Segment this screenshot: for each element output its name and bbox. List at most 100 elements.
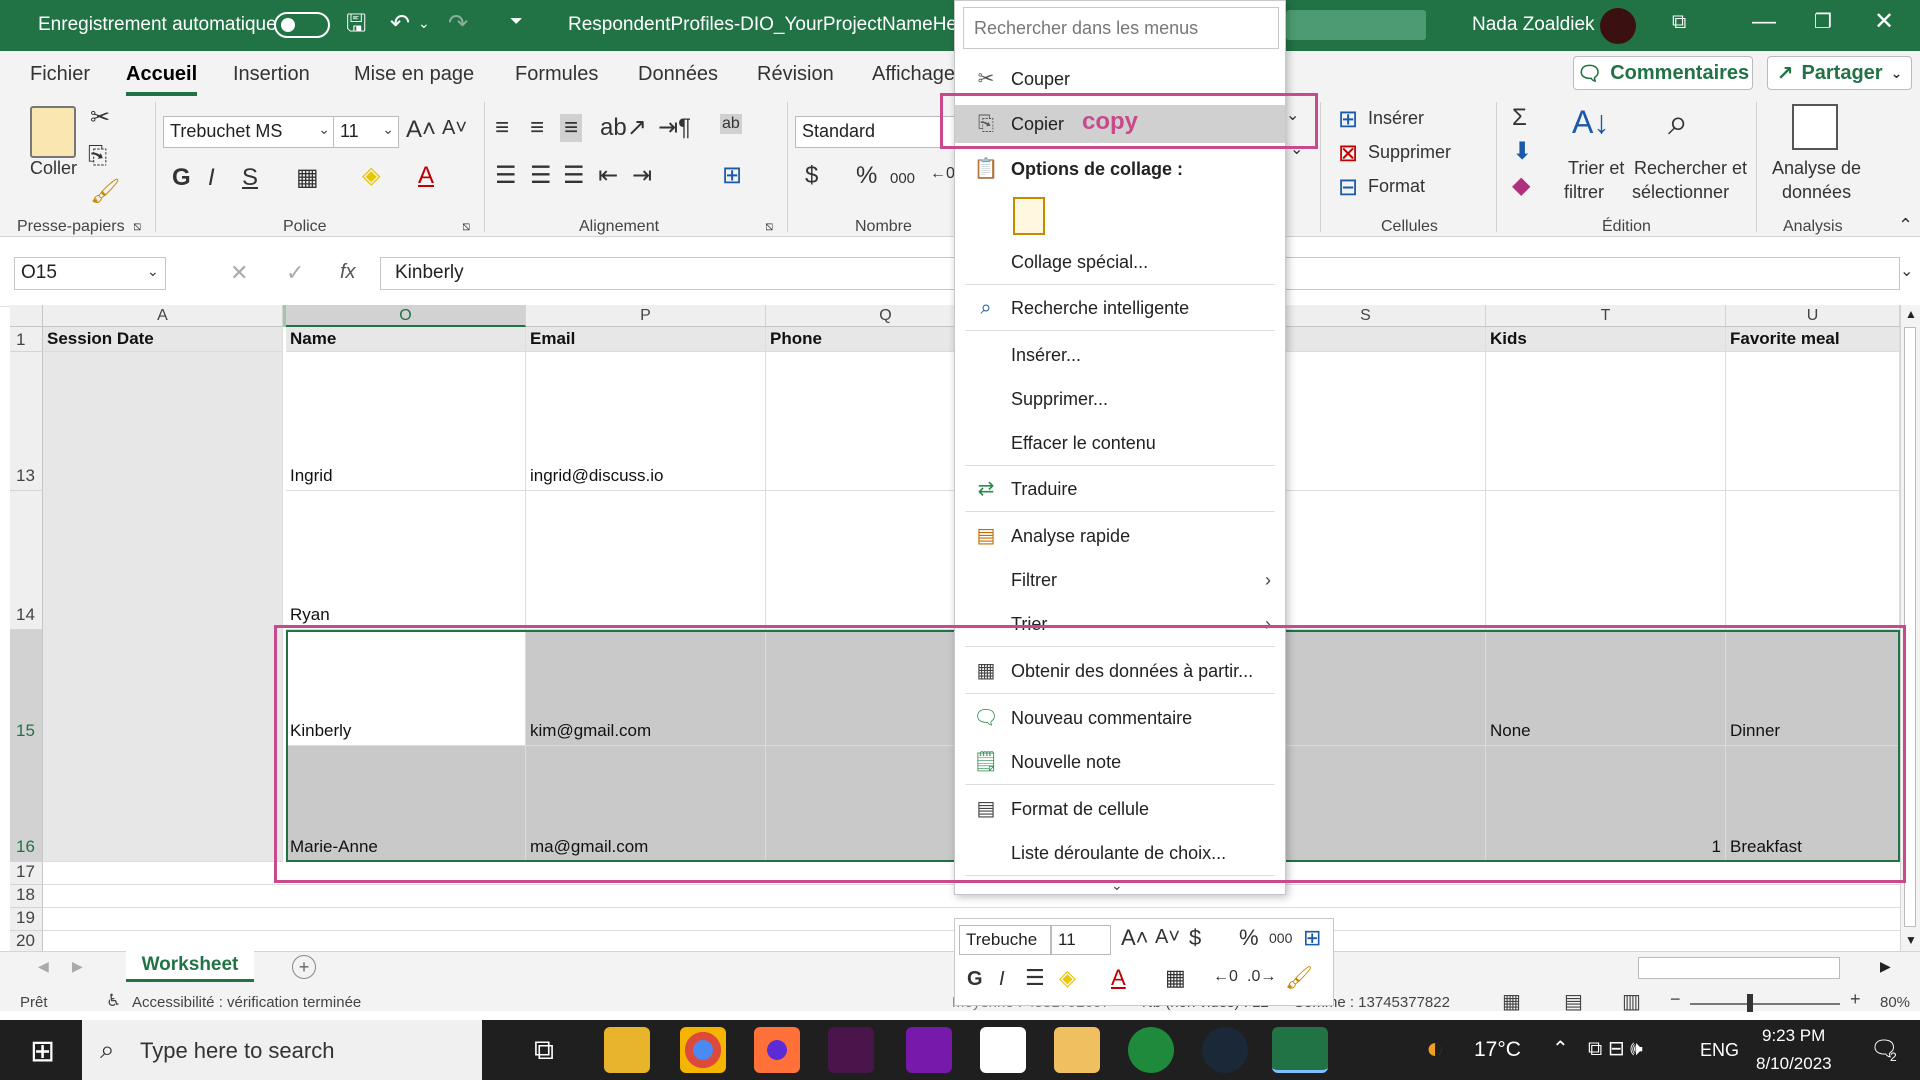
- title-search-box[interactable]: [1286, 10, 1426, 40]
- clear-icon[interactable]: ◆: [1512, 174, 1530, 198]
- tab-view[interactable]: Affichage: [872, 63, 955, 86]
- align-right-icon[interactable]: ☰: [563, 164, 585, 188]
- normal-view-icon[interactable]: ▦: [1502, 989, 1521, 1014]
- row-header[interactable]: 15: [10, 630, 43, 746]
- align-left-icon[interactable]: ☰: [495, 164, 517, 188]
- sort-filter-icon[interactable]: A↓: [1572, 106, 1609, 138]
- header-cell[interactable]: Session Date: [43, 327, 283, 352]
- row-header[interactable]: 16: [10, 746, 43, 862]
- grow-font-icon[interactable]: A˄: [406, 118, 436, 142]
- clock-date[interactable]: 8/10/2023: [1756, 1054, 1832, 1074]
- zoom-out-icon[interactable]: −: [1670, 989, 1681, 1010]
- zoom-in-icon[interactable]: +: [1850, 989, 1861, 1010]
- autosum-icon[interactable]: Σ: [1512, 106, 1527, 130]
- redo-icon[interactable]: ↷: [448, 12, 468, 36]
- row-header[interactable]: 13: [10, 352, 43, 491]
- mini-size-combo[interactable]: 11: [1051, 925, 1111, 955]
- mini-font-combo[interactable]: Trebuche: [959, 925, 1051, 955]
- file-explorer-icon[interactable]: [604, 1027, 650, 1073]
- close-icon[interactable]: ✕: [1874, 10, 1894, 34]
- document-icon[interactable]: [980, 1027, 1026, 1073]
- steam-icon[interactable]: [1202, 1027, 1248, 1073]
- mini-italic-button[interactable]: I: [999, 969, 1005, 989]
- tab-formulas[interactable]: Formules: [515, 63, 598, 86]
- font-color-icon[interactable]: A: [418, 164, 434, 188]
- decrease-decimal-icon[interactable]: .0→: [1247, 969, 1276, 985]
- decrease-indent-icon[interactable]: ⇤: [598, 164, 618, 188]
- paint-icon[interactable]: [1054, 1027, 1100, 1073]
- select-all-corner[interactable]: [10, 305, 43, 327]
- collapse-ribbon-icon[interactable]: ⌃: [1898, 216, 1913, 234]
- menu-search-input[interactable]: Rechercher dans les menus: [963, 7, 1279, 49]
- analyze-data-icon[interactable]: [1792, 104, 1838, 150]
- menu-item-quick-analysis[interactable]: ▤ Analyse rapide: [955, 517, 1285, 555]
- sort-filter-label-1[interactable]: Trier et: [1568, 158, 1624, 179]
- taskbar-search-box[interactable]: ⌕ Type here to search: [82, 1020, 482, 1080]
- cut-icon[interactable]: ✂: [90, 106, 110, 130]
- find-select-label-1[interactable]: Rechercher et: [1634, 158, 1747, 179]
- thousands-separator[interactable]: 000: [890, 170, 915, 187]
- borders-icon[interactable]: ▦: [296, 166, 319, 190]
- table-cell[interactable]: Ryan: [286, 491, 526, 630]
- mini-bold-button[interactable]: G: [967, 969, 983, 989]
- tab-page-layout[interactable]: Mise en page: [354, 63, 474, 86]
- session-date-column[interactable]: [43, 352, 283, 862]
- borders-icon[interactable]: ▦: [1165, 967, 1186, 989]
- align-bottom-icon[interactable]: ≡: [560, 114, 583, 142]
- undo-dropdown-icon[interactable]: ⌄: [418, 16, 430, 30]
- menu-item-insert[interactable]: Insérer...: [955, 336, 1285, 374]
- table-cell[interactable]: [1486, 352, 1726, 491]
- table-cell[interactable]: ingrid@discuss.io: [526, 352, 766, 491]
- horizontal-scrollbar[interactable]: [1638, 957, 1840, 979]
- header-cell[interactable]: Email: [526, 327, 766, 352]
- table-cell[interactable]: [1726, 352, 1900, 491]
- italic-button[interactable]: I: [208, 166, 215, 190]
- save-icon[interactable]: 🖫: [346, 12, 366, 36]
- scroll-right-icon[interactable]: ▶: [72, 958, 83, 975]
- language-indicator[interactable]: ENG: [1700, 1040, 1739, 1061]
- analyze-data-label-1[interactable]: Analyse de: [1772, 158, 1861, 179]
- increase-indent-icon[interactable]: ⇥: [632, 164, 652, 188]
- name-box[interactable]: O15: [14, 257, 166, 290]
- chrome-icon[interactable]: [680, 1027, 726, 1073]
- column-header-p[interactable]: P: [526, 305, 766, 327]
- status-accessibility[interactable]: Accessibilité : vérification terminée: [132, 994, 361, 1011]
- slack-icon[interactable]: [828, 1027, 874, 1073]
- header-cell[interactable]: Kids: [1486, 327, 1726, 352]
- onenote-icon[interactable]: [906, 1027, 952, 1073]
- fill-color-icon[interactable]: ◈: [1059, 967, 1076, 989]
- avatar[interactable]: [1600, 8, 1636, 44]
- merge-center-icon[interactable]: ⊞: [722, 164, 742, 188]
- column-header-t[interactable]: T: [1486, 305, 1726, 327]
- format-cells-icon[interactable]: ⊟: [1338, 176, 1358, 200]
- grow-font-icon[interactable]: A˄: [1121, 927, 1149, 949]
- scroll-right-icon[interactable]: ▶: [1880, 958, 1891, 975]
- number-format-combo[interactable]: Standard: [795, 116, 955, 148]
- page-break-icon[interactable]: ▥: [1622, 989, 1641, 1014]
- share-button[interactable]: ↗ Partager ⌄: [1767, 56, 1912, 90]
- column-header-u[interactable]: U: [1726, 305, 1900, 327]
- clock-time[interactable]: 9:23 PM: [1762, 1026, 1825, 1046]
- align-middle-icon[interactable]: ≡: [530, 116, 544, 140]
- align-top-icon[interactable]: ≡: [495, 116, 509, 140]
- merge-icon[interactable]: ⊞: [1303, 927, 1321, 949]
- menu-item-translate[interactable]: ⇄ Traduire: [955, 470, 1285, 508]
- expand-formula-icon[interactable]: ⌄: [1900, 264, 1913, 280]
- accessibility-icon[interactable]: ♿: [106, 991, 121, 1011]
- tab-home[interactable]: Accueil: [126, 63, 198, 96]
- font-size-combo[interactable]: 11 ⌄: [333, 116, 399, 148]
- currency-icon[interactable]: $: [1189, 927, 1201, 949]
- task-view-icon[interactable]: ⧉: [534, 1034, 554, 1067]
- format-painter-icon[interactable]: 🖌: [90, 180, 120, 204]
- excel-taskbar-icon[interactable]: [1272, 1027, 1328, 1073]
- row-header[interactable]: 19: [10, 908, 43, 931]
- format-painter-icon[interactable]: 🖌: [1285, 967, 1313, 989]
- format-cells-label[interactable]: Format: [1368, 176, 1425, 197]
- autosave-toggle[interactable]: [274, 12, 330, 38]
- zoom-slider-thumb[interactable]: [1747, 994, 1753, 1012]
- insert-function-icon[interactable]: fx: [340, 262, 356, 282]
- dialog-launcher-icon[interactable]: ⧅: [462, 219, 470, 232]
- increase-decimal-icon[interactable]: ←0: [1213, 969, 1238, 985]
- delete-cells-icon[interactable]: ⊠: [1338, 142, 1358, 166]
- analyze-data-label-2[interactable]: données: [1782, 182, 1851, 203]
